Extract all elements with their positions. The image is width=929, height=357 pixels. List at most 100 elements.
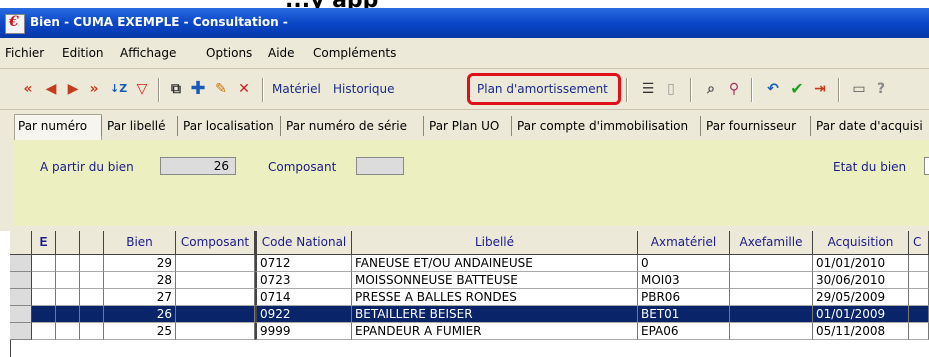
cell-empty[interactable] (56, 306, 80, 323)
tab-par-libelle[interactable]: Par libellé (107, 119, 166, 133)
cell-acquisition[interactable]: 29/05/2009 (813, 289, 909, 306)
cell-axmateriel[interactable]: PBR06 (638, 289, 730, 306)
first-record-icon[interactable]: « (20, 81, 36, 97)
cell-empty[interactable] (56, 323, 80, 340)
cell-axefamille[interactable] (730, 255, 813, 272)
cell-empty[interactable] (909, 289, 929, 306)
cell-composant[interactable] (176, 272, 255, 289)
cell-composant[interactable] (176, 323, 255, 340)
cell-empty[interactable] (32, 272, 56, 289)
cell-empty[interactable] (909, 323, 929, 340)
cell-code-national[interactable]: 9999 (255, 323, 352, 340)
tab-par-date-acquisition[interactable]: Par date d'acquisi (816, 119, 923, 133)
cell-axefamille[interactable] (730, 306, 813, 323)
cell-libelle[interactable]: EPANDEUR A FUMIER (352, 323, 638, 340)
cell-empty[interactable] (80, 323, 104, 340)
grid-header-bien[interactable]: Bien (104, 231, 176, 255)
add-icon[interactable]: ✚ (190, 80, 206, 98)
grid-header-libelle[interactable]: Libellé (352, 231, 638, 255)
cell-composant[interactable] (176, 306, 255, 323)
cell-empty[interactable] (80, 289, 104, 306)
report-icon[interactable]: ▯ (663, 81, 679, 97)
tab-par-plan-uo[interactable]: Par Plan UO (429, 119, 499, 133)
row-selector[interactable] (10, 306, 32, 323)
cell-empty[interactable] (80, 255, 104, 272)
grid-header-acquisition[interactable]: Acquisition (813, 231, 909, 255)
exit-icon[interactable]: ⇥ (812, 81, 828, 97)
cell-empty[interactable] (80, 272, 104, 289)
help-icon[interactable]: ? (873, 81, 889, 97)
cell-empty[interactable] (909, 272, 929, 289)
composant-field[interactable] (356, 157, 404, 175)
cell-axmateriel[interactable]: EPA06 (638, 323, 730, 340)
cell-composant[interactable] (176, 289, 255, 306)
cell-bien[interactable]: 29 (104, 255, 176, 272)
menu-complements[interactable]: Compléments (313, 46, 396, 60)
sort-icon[interactable]: ↓Z (110, 81, 127, 97)
menu-options[interactable]: Options (206, 46, 252, 60)
cell-empty[interactable] (56, 289, 80, 306)
cell-bien[interactable]: 28 (104, 272, 176, 289)
print-icon[interactable]: ▭ (851, 81, 867, 97)
cell-code-national[interactable]: 0712 (255, 255, 352, 272)
grid-header-code-national[interactable]: Code National (255, 231, 352, 255)
cell-empty[interactable] (32, 255, 56, 272)
row-selector[interactable] (10, 289, 32, 306)
cell-bien[interactable]: 25 (104, 323, 176, 340)
grid-header-axefamille[interactable]: Axefamille (730, 231, 813, 255)
grid-header-attachment[interactable]: 𝐄 (32, 231, 56, 255)
cell-axefamille[interactable] (730, 272, 813, 289)
a-partir-field[interactable]: 26 (160, 157, 236, 175)
grid-header-flag2[interactable] (80, 231, 104, 255)
cell-acquisition[interactable]: 01/01/2009 (813, 306, 909, 323)
historique-button[interactable]: Historique (333, 82, 395, 96)
menu-aide[interactable]: Aide (268, 46, 295, 60)
grid-header-flag1[interactable] (56, 231, 80, 255)
cell-axmateriel[interactable]: MOI03 (638, 272, 730, 289)
search-icon[interactable]: ⌕ (703, 81, 719, 97)
cell-axmateriel[interactable]: 0 (638, 255, 730, 272)
etat-field[interactable] (924, 157, 929, 175)
row-selector[interactable] (10, 255, 32, 272)
cell-composant[interactable] (176, 255, 255, 272)
cell-bien[interactable]: 26 (104, 306, 176, 323)
grid-header-composant[interactable]: Composant (176, 231, 255, 255)
cell-empty[interactable] (32, 323, 56, 340)
tab-par-numero-serie[interactable]: Par numéro de série (286, 119, 407, 133)
cell-empty[interactable] (56, 255, 80, 272)
filter-icon[interactable]: ▽ (134, 81, 150, 97)
cell-code-national[interactable]: 0723 (255, 272, 352, 289)
tab-par-localisation[interactable]: Par localisation (183, 119, 274, 133)
cell-libelle[interactable]: BETAILLERE BEISER (352, 306, 638, 323)
validate-icon[interactable]: ✔ (789, 81, 805, 97)
grid-header-c[interactable]: C (909, 231, 929, 255)
undo-icon[interactable]: ↶ (765, 81, 781, 97)
cell-libelle[interactable]: MOISSONNEUSE BATTEUSE (352, 272, 638, 289)
cell-bien[interactable]: 27 (104, 289, 176, 306)
menu-fichier[interactable]: Fichier (5, 46, 44, 60)
cell-axefamille[interactable] (730, 289, 813, 306)
cell-empty[interactable] (909, 255, 929, 272)
grid-header-axmateriel[interactable]: Axmatériel (638, 231, 730, 255)
tab-par-numero[interactable]: Par numéro (18, 119, 87, 133)
last-record-icon[interactable]: » (86, 81, 102, 97)
menu-affichage[interactable]: Affichage (120, 46, 176, 60)
cell-code-national[interactable]: 0714 (255, 289, 352, 306)
materiel-button[interactable]: Matériel (272, 82, 321, 96)
cell-libelle[interactable]: FANEUSE ET/OU ANDAINEUSE (352, 255, 638, 272)
cell-empty[interactable] (80, 306, 104, 323)
cell-empty[interactable] (56, 272, 80, 289)
edit-icon[interactable]: ✎ (213, 81, 229, 97)
find-icon[interactable]: ⚲ (726, 81, 742, 97)
previous-record-icon[interactable]: ◀ (43, 81, 59, 97)
cell-acquisition[interactable]: 30/06/2010 (813, 272, 909, 289)
cell-empty[interactable] (32, 289, 56, 306)
tab-par-fournisseur[interactable]: Par fournisseur (706, 119, 796, 133)
copy-icon[interactable]: ⧉ (168, 81, 184, 97)
delete-icon[interactable]: ✕ (236, 81, 252, 97)
cell-libelle[interactable]: PRESSE A BALLES RONDES (352, 289, 638, 306)
menu-edition[interactable]: Edition (62, 46, 104, 60)
tab-par-compte-immobilisation[interactable]: Par compte d'immobilisation (517, 119, 688, 133)
cell-acquisition[interactable]: 05/11/2008 (813, 323, 909, 340)
row-selector[interactable] (10, 272, 32, 289)
